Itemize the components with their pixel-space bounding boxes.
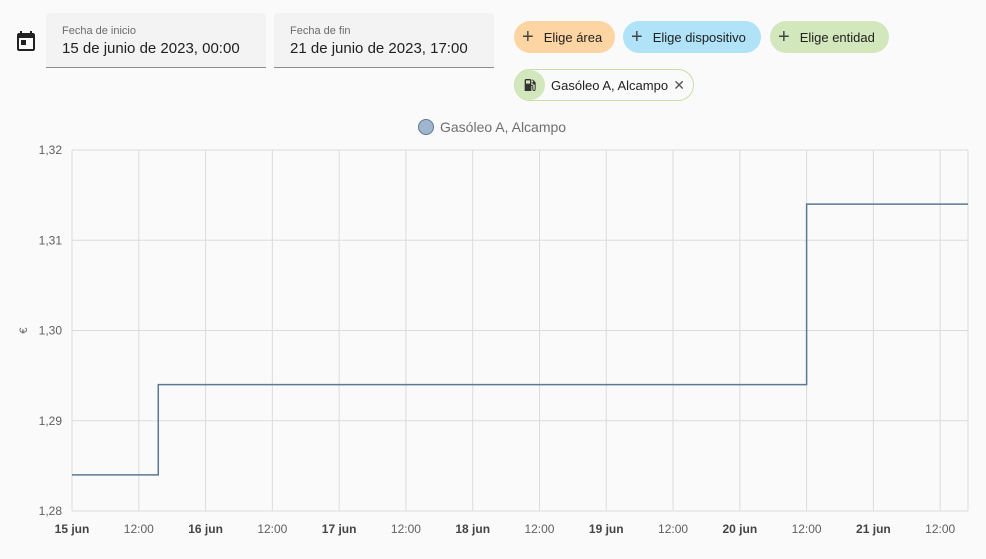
x-tick-label: 21 jun xyxy=(856,522,891,536)
x-tick-label: 17 jun xyxy=(322,522,357,536)
x-tick-label: 12:00 xyxy=(792,522,822,536)
x-tick-label: 15 jun xyxy=(55,522,90,536)
x-tick-label: 12:00 xyxy=(391,522,421,536)
x-tick-label: 12:00 xyxy=(524,522,554,536)
x-tick-label: 12:00 xyxy=(124,522,154,536)
y-tick-label: 1,28 xyxy=(39,504,63,518)
y-axis-label: € xyxy=(18,327,30,333)
series-line xyxy=(72,203,968,476)
y-tick-label: 1,29 xyxy=(39,414,63,428)
x-tick-label: 16 jun xyxy=(188,522,223,536)
y-tick-label: 1,31 xyxy=(39,233,63,247)
x-tick-label: 12:00 xyxy=(257,522,287,536)
x-tick-label: 12:00 xyxy=(925,522,955,536)
x-tick-label: 19 jun xyxy=(589,522,624,536)
x-tick-label: 20 jun xyxy=(722,522,757,536)
y-tick-label: 1,30 xyxy=(39,324,63,338)
history-chart: 1,32 1,31 1,30 1,29 1,28 15 jun 12:00 16 jun 12:… xyxy=(18,143,969,536)
x-tick-label: 18 jun xyxy=(455,522,490,536)
x-tick-label: 12:00 xyxy=(658,522,688,536)
y-tick-label: 1,32 xyxy=(39,143,63,157)
